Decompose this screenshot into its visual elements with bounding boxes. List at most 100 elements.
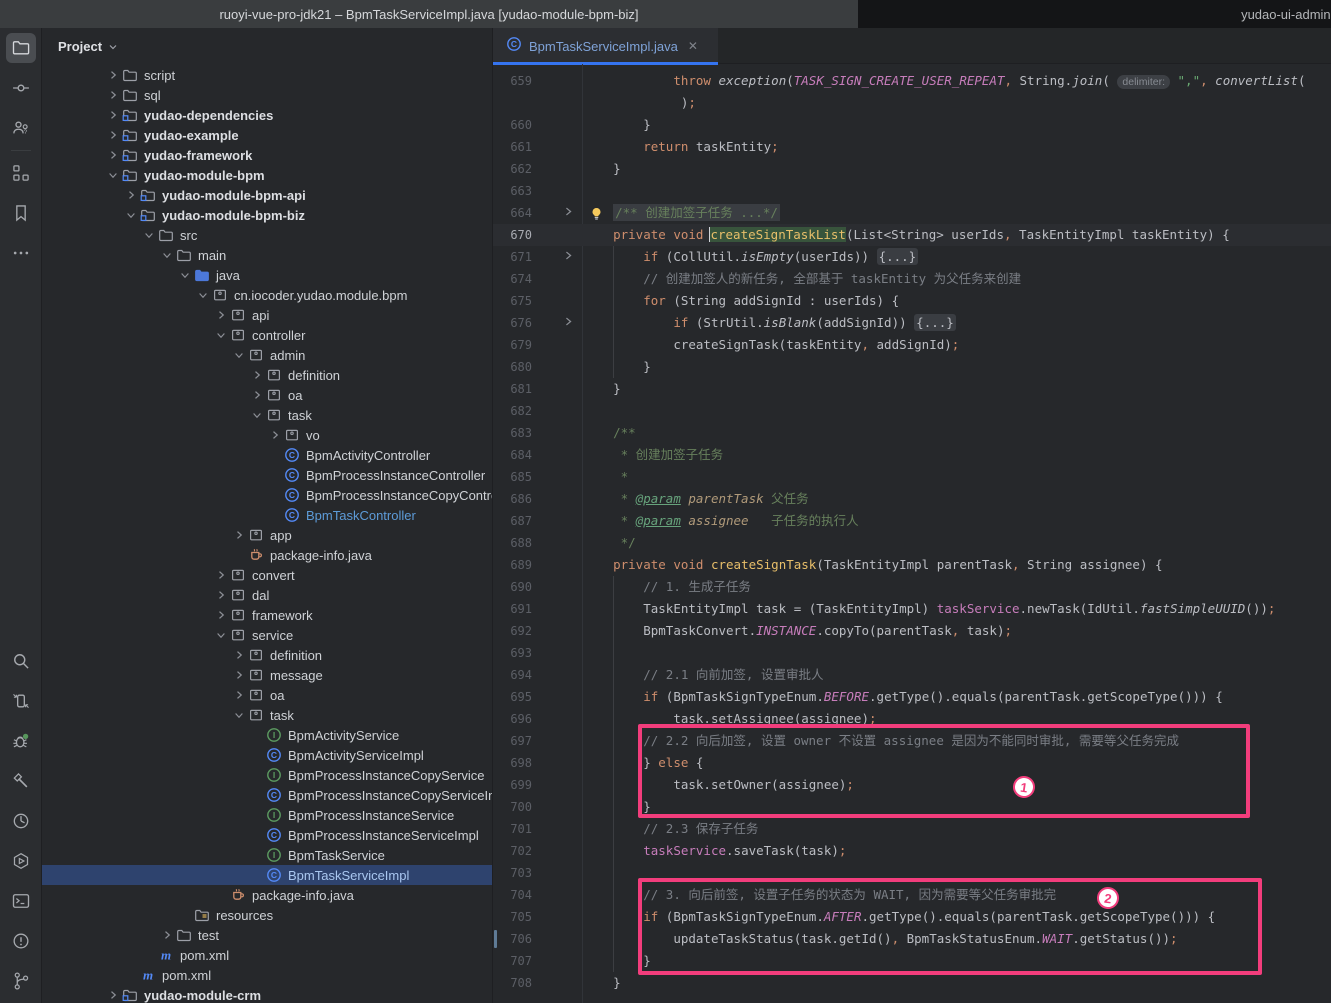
activity-project-folder-icon[interactable]: [0, 28, 42, 68]
tree-item-bpmprocessinstancecopyservice[interactable]: IBpmProcessInstanceCopyService: [42, 765, 492, 785]
tree-item-bpmactivitycontroller[interactable]: CBpmActivityController: [42, 445, 492, 465]
tree-item-vo[interactable]: vo: [42, 425, 492, 445]
chevron-right-icon[interactable]: [212, 587, 230, 603]
tree-item-oa[interactable]: oa: [42, 385, 492, 405]
tree-item-task[interactable]: task: [42, 405, 492, 425]
code-line-688[interactable]: 688 */: [493, 532, 1331, 554]
chevron-right-icon[interactable]: [104, 147, 122, 163]
tree-item-message[interactable]: message: [42, 665, 492, 685]
activity-commit-icon[interactable]: [0, 68, 42, 108]
activity-git-branch-icon[interactable]: [0, 961, 42, 1001]
activity-pull-requests-icon[interactable]: ?: [0, 108, 42, 148]
tree-item-yudao-dependencies[interactable]: yudao-dependencies: [42, 105, 492, 125]
tree-item-yudao-example[interactable]: yudao-example: [42, 125, 492, 145]
tree-item-main[interactable]: main: [42, 245, 492, 265]
tree-item-app[interactable]: app: [42, 525, 492, 545]
tree-item-bpmprocessinstancecopyserviceimpl[interactable]: CBpmProcessInstanceCopyServiceImpl: [42, 785, 492, 805]
tree-item-cn-iocoder-yudao-module-bpm[interactable]: cn.iocoder.yudao.module.bpm: [42, 285, 492, 305]
code-line-703[interactable]: 703: [493, 862, 1331, 884]
chevron-down-icon[interactable]: [122, 207, 140, 223]
chevron-down-icon[interactable]: [212, 327, 230, 343]
chevron-right-icon[interactable]: [104, 107, 122, 123]
tree-item-bpmtaskcontroller[interactable]: CBpmTaskController: [42, 505, 492, 525]
chevron-down-icon[interactable]: [104, 167, 122, 183]
tree-item-service[interactable]: service: [42, 625, 492, 645]
chevron-down-icon[interactable]: [248, 407, 266, 423]
code-line-707[interactable]: 707 }: [493, 950, 1331, 972]
tree-item-bpmactivityserviceimpl[interactable]: CBpmActivityServiceImpl: [42, 745, 492, 765]
tree-item-yudao-module-crm[interactable]: yudao-module-crm: [42, 985, 492, 1003]
chevron-right-icon[interactable]: [212, 567, 230, 583]
tree-item-pom-xml[interactable]: mpom.xml: [42, 945, 492, 965]
chevron-right-icon[interactable]: [122, 187, 140, 203]
chevron-right-icon[interactable]: [230, 687, 248, 703]
code-line-685[interactable]: 685 *: [493, 466, 1331, 488]
code-line-686[interactable]: 686 * @param parentTask 父任务: [493, 488, 1331, 510]
tree-item-definition[interactable]: definition: [42, 365, 492, 385]
activity-debug-icon[interactable]: [0, 721, 42, 761]
tree-item-yudao-module-bpm-biz[interactable]: yudao-module-bpm-biz: [42, 205, 492, 225]
tree-item-yudao-module-bpm[interactable]: yudao-module-bpm: [42, 165, 492, 185]
chevron-right-icon[interactable]: [104, 987, 122, 1003]
code-line-687[interactable]: 687 * @param assignee 子任务的执行人: [493, 510, 1331, 532]
code-line-664[interactable]: 664 /** 创建加签子任务 ...*/: [493, 202, 1331, 224]
tree-item-resources[interactable]: resources: [42, 905, 492, 925]
chevron-right-icon[interactable]: [248, 367, 266, 383]
code-line-702[interactable]: 702 taskService.saveTask(task);: [493, 840, 1331, 862]
activity-build-icon[interactable]: [0, 761, 42, 801]
chevron-down-icon[interactable]: [176, 267, 194, 283]
tab-close-icon[interactable]: ✕: [688, 39, 698, 53]
tree-item-oa[interactable]: oa: [42, 685, 492, 705]
tree-item-bpmprocessinstanceserviceimpl[interactable]: CBpmProcessInstanceServiceImpl: [42, 825, 492, 845]
code-line-660[interactable]: 660 }: [493, 114, 1331, 136]
chevron-right-icon[interactable]: [248, 387, 266, 403]
activity-problems-icon[interactable]: [0, 921, 42, 961]
code-line-691[interactable]: 691 TaskEntityImpl task = (TaskEntityImp…: [493, 598, 1331, 620]
activity-profiler-icon[interactable]: [0, 801, 42, 841]
tree-item-test[interactable]: test: [42, 925, 492, 945]
tree-item-bpmactivityservice[interactable]: IBpmActivityService: [42, 725, 492, 745]
chevron-down-icon[interactable]: [194, 287, 212, 303]
fold-chevron-icon[interactable]: [563, 202, 579, 224]
chevron-right-icon[interactable]: [158, 927, 176, 943]
tree-item-bpmtaskservice[interactable]: IBpmTaskService: [42, 845, 492, 865]
activity-run-icon[interactable]: [0, 841, 42, 881]
activity-structure-icon[interactable]: [0, 153, 42, 193]
code-line-704[interactable]: 704 // 3. 向后前签, 设置子任务的状态为 WAIT, 因为需要等父任务…: [493, 884, 1331, 906]
tree-item-pom-xml[interactable]: mpom.xml: [42, 965, 492, 985]
code-line-wrap[interactable]: );: [493, 92, 1331, 114]
code-line-661[interactable]: 661 return taskEntity;: [493, 136, 1331, 158]
code-line-684[interactable]: 684 * 创建加签子任务: [493, 444, 1331, 466]
code-line-699[interactable]: 699 task.setOwner(assignee);: [493, 774, 1331, 796]
fold-chevron-icon[interactable]: [563, 246, 579, 268]
activity-terminal-icon[interactable]: [0, 881, 42, 921]
tree-item-sql[interactable]: sql: [42, 85, 492, 105]
code-line-675[interactable]: 675 for (String addSignId : userIds) {: [493, 290, 1331, 312]
code-line-689[interactable]: 689 private void createSignTask(TaskEnti…: [493, 554, 1331, 576]
activity-services-icon[interactable]: [0, 681, 42, 721]
tree-item-bpmprocessinstancecopycontroller[interactable]: CBpmProcessInstanceCopyController: [42, 485, 492, 505]
tree-item-yudao-module-bpm-api[interactable]: yudao-module-bpm-api: [42, 185, 492, 205]
activity-bookmarks-icon[interactable]: [0, 193, 42, 233]
tree-item-task[interactable]: task: [42, 705, 492, 725]
code-line-676[interactable]: 676 if (StrUtil.isBlank(addSignId)) {...…: [493, 312, 1331, 334]
code-line-692[interactable]: 692 BpmTaskConvert.INSTANCE.copyTo(paren…: [493, 620, 1331, 642]
chevron-right-icon[interactable]: [266, 427, 284, 443]
chevron-down-icon[interactable]: [230, 707, 248, 723]
code-line-682[interactable]: 682: [493, 400, 1331, 422]
chevron-right-icon[interactable]: [104, 87, 122, 103]
code-line-683[interactable]: 683 /**: [493, 422, 1331, 444]
code-line-696[interactable]: 696 task.setAssignee(assignee);: [493, 708, 1331, 730]
tree-item-framework[interactable]: framework: [42, 605, 492, 625]
titlebar-background-window[interactable]: yudao-ui-admin-: [858, 0, 1331, 28]
code-line-674[interactable]: 674 // 创建加签人的新任务, 全部基于 taskEntity 为父任务来创…: [493, 268, 1331, 290]
code-line-680[interactable]: 680 }: [493, 356, 1331, 378]
chevron-right-icon[interactable]: [230, 527, 248, 543]
code-line-698[interactable]: 698 } else {: [493, 752, 1331, 774]
chevron-right-icon[interactable]: [212, 607, 230, 623]
code-line-681[interactable]: 681 }: [493, 378, 1331, 400]
code-line-679[interactable]: 679 createSignTask(taskEntity, addSignId…: [493, 334, 1331, 356]
tree-item-package-info-java[interactable]: package-info.java: [42, 545, 492, 565]
chevron-down-icon[interactable]: [230, 347, 248, 363]
tab-bpmtaskserviceimpl[interactable]: C BpmTaskServiceImpl.java ✕: [493, 28, 718, 64]
